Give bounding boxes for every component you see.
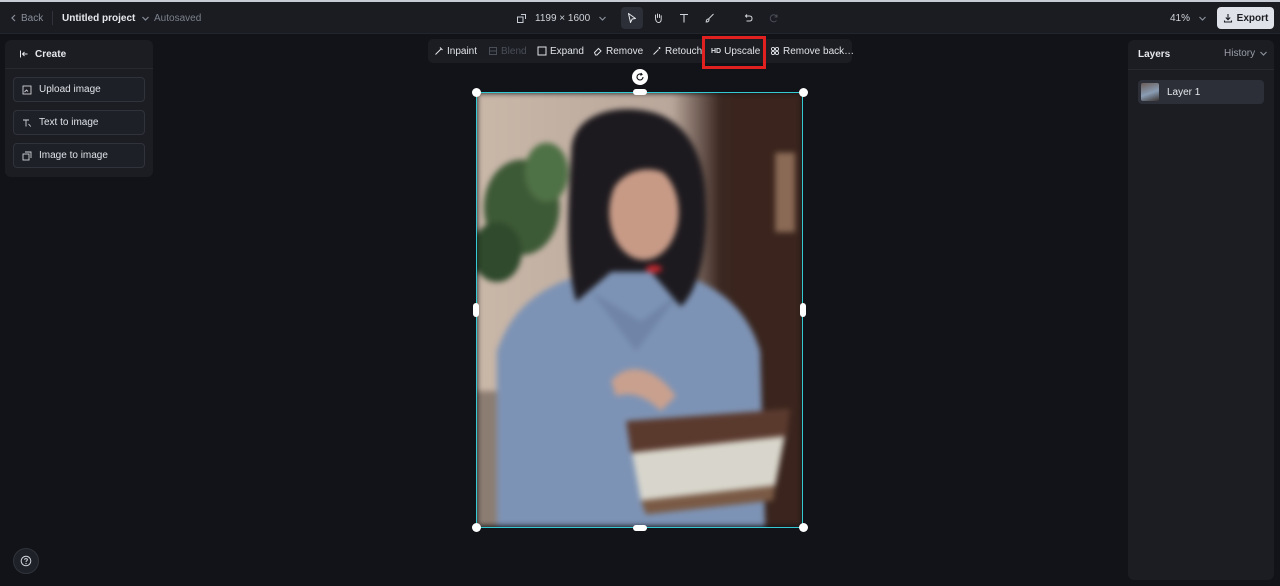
resize-handle-bottom-left[interactable]: [472, 523, 481, 532]
chevron-left-icon: [11, 14, 16, 22]
question-mark-icon: [20, 555, 32, 567]
text-icon: [680, 13, 688, 23]
history-label: History: [1224, 48, 1256, 59]
image-to-image-label: Image to image: [39, 150, 108, 161]
top-bar: Back Untitled project Autosaved 1199 × 1…: [0, 2, 1280, 34]
export-button[interactable]: Export: [1217, 7, 1274, 29]
autosave-status: Autosaved: [154, 12, 202, 24]
inpaint-button[interactable]: Inpaint: [434, 39, 477, 63]
inpaint-label: Inpaint: [447, 45, 478, 57]
zoom-dropdown[interactable]: 41%: [1170, 2, 1207, 34]
zoom-level: 41%: [1170, 12, 1191, 24]
resize-icon: [517, 13, 526, 23]
blend-icon: [489, 47, 497, 55]
eraser-icon: [593, 47, 602, 56]
project-title: Untitled project: [62, 12, 136, 24]
upload-image-button[interactable]: Upload image: [13, 77, 145, 102]
image-to-image-icon: [22, 151, 32, 160]
divider: [1128, 69, 1274, 70]
resize-handle-right[interactable]: [800, 303, 806, 317]
canvas-dimensions: 1199 × 1600: [535, 12, 591, 24]
undo-icon: [744, 14, 753, 22]
remove-label: Remove: [606, 45, 644, 57]
upscale-highlight-box: [702, 36, 766, 69]
download-icon: [1223, 14, 1232, 23]
retouch-label: Retouch: [665, 45, 703, 57]
expand-icon: [537, 46, 547, 56]
chevron-down-icon: [1260, 51, 1268, 56]
text-to-image-icon: [23, 119, 32, 127]
expand-button[interactable]: Expand: [537, 39, 584, 63]
canvas-size-dropdown[interactable]: 1199 × 1600: [516, 2, 607, 34]
history-dropdown[interactable]: History: [1224, 48, 1268, 59]
chevron-down-icon: [142, 16, 150, 21]
redo-icon: [769, 14, 778, 23]
create-panel-header[interactable]: Create: [19, 47, 66, 61]
divider: [52, 11, 53, 25]
retouch-button[interactable]: Retouch: [652, 39, 702, 63]
blend-button[interactable]: Blend: [488, 39, 527, 63]
brush-tool[interactable]: [699, 7, 721, 29]
text-to-image-label: Text to image: [39, 117, 99, 128]
resize-handle-top-left[interactable]: [472, 88, 481, 97]
resize-handle-top[interactable]: [633, 89, 647, 95]
rotate-handle[interactable]: [632, 69, 648, 85]
redo-button[interactable]: [763, 7, 785, 29]
layer-item[interactable]: Layer 1: [1138, 80, 1264, 104]
layer-thumbnail: [1141, 83, 1159, 101]
tool-group: [621, 2, 785, 34]
photo-woman-holding-dessert: [477, 93, 802, 527]
hand-icon: [655, 13, 662, 24]
edit-toolbar: Inpaint Blend Expand Remove Retouch HD U…: [428, 39, 854, 63]
text-tool[interactable]: [673, 7, 695, 29]
magic-wand-icon: [653, 47, 661, 55]
collapse-left-icon: [20, 50, 28, 58]
select-tool[interactable]: [621, 7, 643, 29]
text-to-image-button[interactable]: Text to image: [13, 110, 145, 135]
upload-image-icon: [22, 85, 32, 94]
layer-name: Layer 1: [1167, 86, 1201, 98]
create-title: Create: [35, 48, 67, 60]
remove-background-button[interactable]: Remove back…: [770, 39, 854, 63]
project-title-dropdown[interactable]: Untitled project: [62, 2, 150, 34]
help-button[interactable]: [13, 548, 39, 574]
create-panel: Create Upload image Text to image Image …: [5, 40, 153, 177]
inpaint-icon: [435, 47, 443, 55]
back-label: Back: [21, 12, 44, 24]
canvas-image[interactable]: [476, 92, 803, 528]
cursor-arrow-icon: [628, 13, 636, 23]
divider: [5, 68, 153, 69]
resize-handle-left[interactable]: [473, 303, 479, 317]
expand-label: Expand: [550, 45, 584, 57]
undo-button[interactable]: [737, 7, 759, 29]
chevron-down-icon: [1199, 16, 1206, 21]
resize-handle-bottom[interactable]: [633, 525, 647, 531]
hand-tool[interactable]: [647, 7, 669, 29]
layers-tab[interactable]: Layers: [1138, 49, 1170, 60]
brush-icon: [705, 13, 714, 23]
layers-panel: Layers History Layer 1: [1128, 40, 1274, 580]
resize-handle-top-right[interactable]: [799, 88, 808, 97]
remove-background-label: Remove back…: [783, 45, 855, 57]
remove-button[interactable]: Remove: [593, 39, 643, 63]
chevron-down-icon: [599, 16, 607, 21]
image-to-image-button[interactable]: Image to image: [13, 143, 145, 168]
upload-image-label: Upload image: [39, 84, 101, 95]
back-button[interactable]: Back: [10, 2, 43, 34]
blend-label: Blend: [501, 45, 527, 57]
rotate-icon: [636, 72, 644, 81]
resize-handle-bottom-right[interactable]: [799, 523, 808, 532]
export-label: Export: [1236, 12, 1269, 24]
remove-background-icon: [770, 46, 780, 56]
